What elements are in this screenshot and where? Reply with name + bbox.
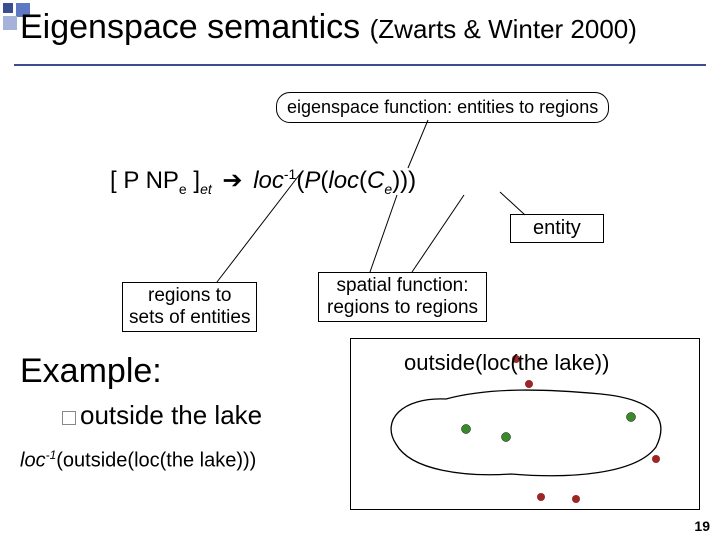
example-text: outside the lake [80,400,262,430]
example-heading: Example: [20,352,162,391]
eq-close: ))) [392,167,416,194]
locexpr-body: (outside(loc(the lake))) [56,450,256,472]
eq-loc: loc [253,167,284,194]
example-item: outside the lake [62,400,262,431]
eq-C: C [367,167,384,194]
lake-caption: outside(loc(the lake)) [404,350,609,376]
eq-lhs-close: ] [187,167,200,194]
title-sub: (Zwarts & Winter 2000) [370,14,637,44]
locexpr-loc: loc [20,450,46,472]
eq-arrow: ➔ [222,167,242,194]
eq-p3: ( [359,167,367,194]
spatial-l2: regions to regions [327,297,478,318]
title-rule [14,64,706,66]
loc-expression: loc-1(outside(loc(the lake))) [20,448,256,473]
bubble-eigenspace: eigenspace function: entities to regions [276,92,609,123]
eq-sub-et: et [200,181,212,197]
eq-sub-e: e [179,181,187,197]
page-number: 19 [694,518,710,534]
title-main: Eigenspace semantics [20,8,370,46]
regions-box: regions to sets of entities [122,282,257,332]
spatial-box: spatial function: regions to regions [318,272,487,322]
slide-title: Eigenspace semantics (Zwarts & Winter 20… [20,8,637,47]
eq-lhs-open: [ P NP [110,167,179,194]
regions-l2: sets of entities [129,307,250,328]
regions-l1: regions to [148,285,231,306]
entity-box: entity [510,214,604,243]
equation: [ P NPe ]et ➔ loc-1(P(loc(Ce))) [110,166,416,197]
eq-loc2: loc [328,167,359,194]
bullet-box-icon [62,411,76,425]
eq-P: P [304,167,320,194]
eq-sup: -1 [284,166,296,182]
locexpr-sup: -1 [46,448,57,462]
spatial-l1: spatial function: [337,275,469,296]
